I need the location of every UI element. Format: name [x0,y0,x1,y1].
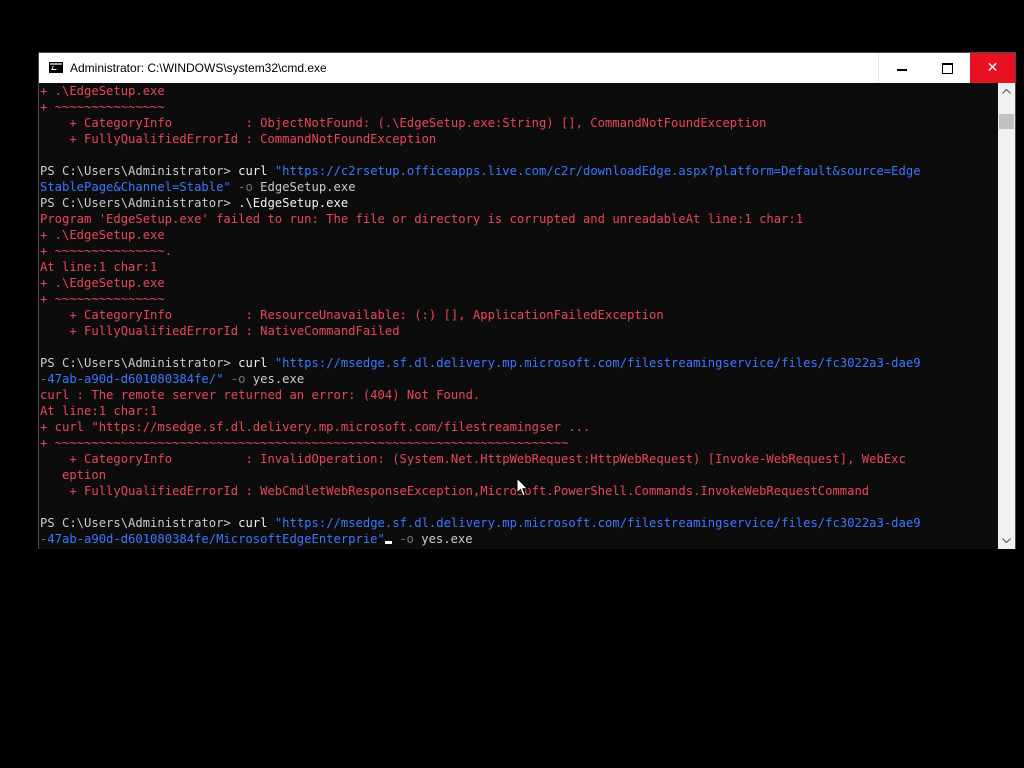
console-text: + FullyQualifiedErrorId : CommandNotFoun… [40,132,437,146]
close-icon: ✕ [986,60,999,76]
console-line: eption [40,467,106,483]
console-text: + ~~~~~~~~~~~~~~~ [40,292,165,306]
console-line: + CategoryInfo : InvalidOperation: (Syst… [40,451,906,467]
console-line: + ~~~~~~~~~~~~~~~ [40,291,165,307]
minimize-icon [896,68,907,71]
console-line: PS C:\Users\Administrator> curl "https:/… [40,163,921,179]
console-text: .\EdgeSetup.exe [238,196,349,210]
console-text: + ~~~~~~~~~~~~~~~ [40,100,165,114]
console-line: -47ab-a90d-d601080384fe/MicrosoftEdgeEnt… [40,531,473,547]
mouse-pointer-icon [516,477,529,497]
console-text: "https://c2rsetup.officeapps.live.com/c2… [274,164,921,178]
console-line: + ~~~~~~~~~~~~~~~. [40,243,172,259]
console-text: curl : The remote server returned an err… [40,388,481,402]
console-line: + CategoryInfo : ResourceUnavailable: (:… [40,307,664,323]
console-text: yes.exe [245,372,305,386]
console-window[interactable]: Administrator: C:\WINDOWS\system32\cmd.e… [38,52,1016,549]
console-text: " [377,532,385,546]
console-text: -o [230,372,246,386]
vertical-scrollbar[interactable] [998,83,1015,549]
close-button[interactable]: ✕ [970,53,1015,83]
console-text: + curl "https://msedge.sf.dl.delivery.mp… [40,420,591,434]
console-text: + .\EdgeSetup.exe [40,84,165,98]
console-line: At line:1 char:1 [40,259,157,275]
console-line: Program 'EdgeSetup.exe' failed to run: T… [40,211,803,227]
console-text: curl [238,356,268,370]
console-text: EdgeSetup.exe [252,180,356,194]
scroll-up-arrow[interactable] [998,83,1015,100]
console-line: + ~~~~~~~~~~~~~~~~~~~~~~~~~~~~~~~~~~~~~~… [40,435,568,451]
console-line: At line:1 char:1 [40,403,157,419]
console-text: curl [238,516,268,530]
minimize-button[interactable] [878,53,924,83]
scroll-down-arrow[interactable] [998,532,1015,549]
console-text: -o [399,532,414,546]
console-text: + .\EdgeSetup.exe [40,228,165,242]
console-text: + ~~~~~~~~~~~~~~~. [40,244,173,258]
chevron-up-icon [1002,89,1011,94]
console-text: StablePage&Channel=Stable" [40,180,231,194]
console-line: + .\EdgeSetup.exe [40,227,165,243]
console-text: -47ab-a90d-d601080384fe/" [40,372,224,386]
console-line: + .\EdgeSetup.exe [40,83,165,99]
console-line: PS C:\Users\Administrator> curl "https:/… [40,355,921,371]
scrollbar-thumb[interactable] [999,114,1014,129]
console-text: -o [238,180,253,194]
console-text: Program 'EdgeSetup.exe' failed to run: T… [40,212,804,226]
console-text: + .\EdgeSetup.exe [40,276,165,290]
console-text: + CategoryInfo : ObjectNotFound: (.\Edge… [40,116,767,130]
console-text: -47ab-a90d-d601080384fe/MicrosoftEdgeEnt… [40,532,378,546]
console-line: + FullyQualifiedErrorId : NativeCommandF… [40,323,400,339]
console-line: curl : The remote server returned an err… [40,387,480,403]
text-cursor [384,541,392,544]
console-text: + ~~~~~~~~~~~~~~~~~~~~~~~~~~~~~~~~~~~~~~… [40,436,569,450]
console-line: + curl "https://msedge.sf.dl.delivery.mp… [40,419,590,435]
console-line: StablePage&Channel=Stable" -o EdgeSetup.… [40,179,356,195]
console-line: -47ab-a90d-d601080384fe/" -o yes.exe [40,371,304,387]
window-title: Administrator: C:\WINDOWS\system32\cmd.e… [70,61,327,75]
console-line: + .\EdgeSetup.exe [40,275,165,291]
console-text: + CategoryInfo : ResourceUnavailable: (:… [40,308,664,322]
console-app-icon[interactable] [49,62,63,73]
maximize-button[interactable] [924,53,970,83]
console-line: PS C:\Users\Administrator> .\EdgeSetup.e… [40,195,348,211]
console-line: + ~~~~~~~~~~~~~~~ [40,99,165,115]
console-text: "https://msedge.sf.dl.delivery.mp.micros… [274,356,921,370]
console-text: curl [238,164,268,178]
console-text: + FullyQualifiedErrorId : WebCmdletWebRe… [40,484,870,498]
console-text: + FullyQualifiedErrorId : NativeCommandF… [40,324,400,338]
console-text: PS C:\Users\Administrator> [40,164,239,178]
console-text: "https://msedge.sf.dl.delivery.mp.micros… [274,516,921,530]
console-text: At line:1 char:1 [40,404,158,418]
title-bar[interactable]: Administrator: C:\WINDOWS\system32\cmd.e… [39,53,1015,83]
console-text: eption [40,468,107,482]
chevron-down-icon [1002,538,1011,543]
console-text: At line:1 char:1 [40,260,158,274]
console-text: + CategoryInfo : InvalidOperation: (Syst… [40,452,906,466]
console-line: PS C:\Users\Administrator> curl "https:/… [40,515,921,531]
console-text: PS C:\Users\Administrator> [40,356,239,370]
console-text: yes.exe [413,532,473,546]
maximize-icon [941,62,953,74]
console-line: + FullyQualifiedErrorId : WebCmdletWebRe… [40,483,869,499]
console-line: + CategoryInfo : ObjectNotFound: (.\Edge… [40,115,766,131]
console-line: + FullyQualifiedErrorId : CommandNotFoun… [40,131,436,147]
console-text: PS C:\Users\Administrator> [40,516,239,530]
console-text: PS C:\Users\Administrator> [40,196,239,210]
